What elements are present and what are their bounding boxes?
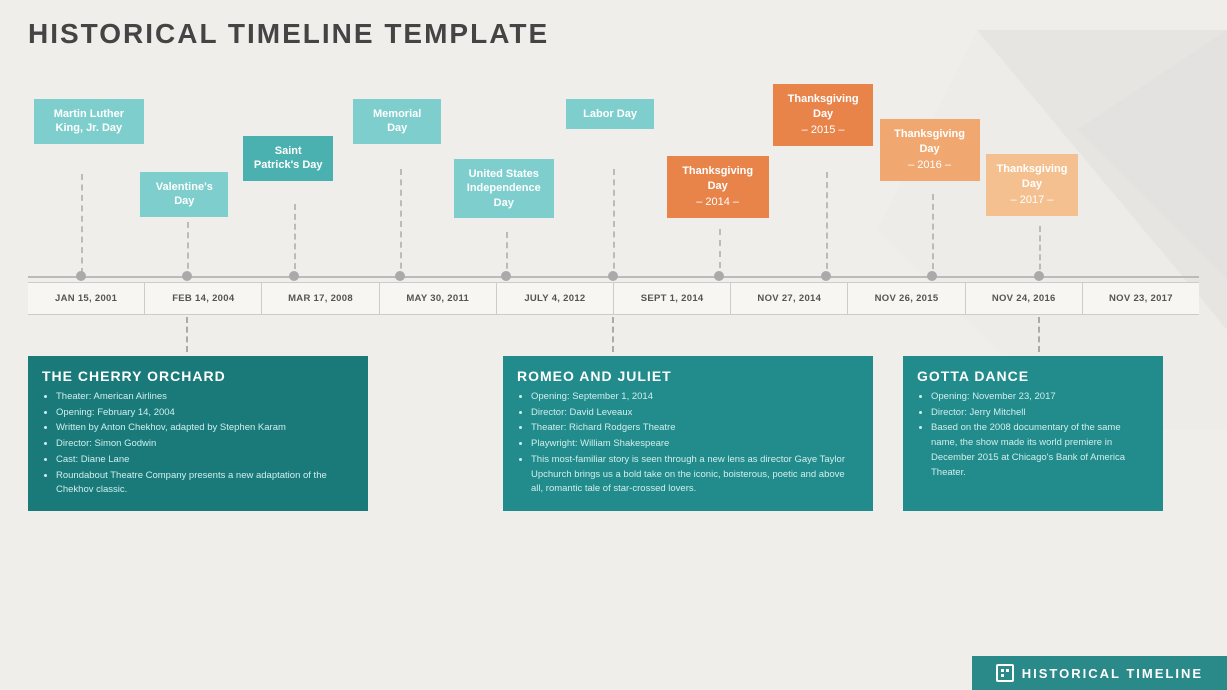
dot-2 — [289, 271, 299, 281]
event-thanksgiving-2015: Thanksgiving Day– 2015 – — [773, 84, 873, 146]
footer-bar: HISTORICAL TIMELINE — [972, 656, 1227, 690]
dot-1 — [182, 271, 192, 281]
dashed-below-gotta — [1038, 317, 1040, 352]
panel-romeo-item-2: Theater: Richard Rodgers Theatre — [531, 421, 859, 436]
panel-romeo: ROMEO AND JULIET Opening: September 1, 2… — [503, 356, 873, 511]
panel-gotta-item-1: Director: Jerry Mitchell — [931, 406, 1149, 421]
date-4: JULY 4, 2012 — [497, 283, 614, 314]
date-7: NOV 26, 2015 — [848, 283, 965, 314]
panel-cherry-item-1: Opening: February 14, 2004 — [56, 406, 354, 421]
panel-gotta-title: GOTTA DANCE — [917, 368, 1149, 384]
event-valentines: Valentine's Day — [140, 172, 228, 217]
event-mlk: Martin Luther King, Jr. Day — [34, 99, 144, 144]
dot-7 — [821, 271, 831, 281]
bottom-section: THE CHERRY ORCHARD Theater: American Air… — [28, 356, 1199, 511]
event-memorial: Memorial Day — [353, 99, 441, 144]
timeline-area: Martin Luther King, Jr. Day Valentine's … — [28, 64, 1199, 354]
date-2: MAR 17, 2008 — [262, 283, 379, 314]
dashed-thanksgiving2015 — [826, 172, 828, 279]
panel-cherry-title: THE CHERRY ORCHARD — [42, 368, 354, 384]
dot-8 — [927, 271, 937, 281]
event-boxes-container: Martin Luther King, Jr. Day Valentine's … — [28, 64, 1199, 279]
footer-text: HISTORICAL TIMELINE — [1022, 666, 1203, 681]
page-title: HISTORICAL TIMELINE TEMPLATE — [28, 18, 1199, 50]
date-3: MAY 30, 2011 — [380, 283, 497, 314]
panel-cherry-item-4: Cast: Diane Lane — [56, 453, 354, 468]
event-thanksgiving-2014: Thanksgiving Day– 2014 – — [667, 156, 769, 218]
footer-icon — [996, 664, 1014, 682]
panel-gotta: GOTTA DANCE Opening: November 23, 2017 D… — [903, 356, 1163, 511]
date-8: NOV 24, 2016 — [966, 283, 1083, 314]
dashed-mlk — [81, 174, 83, 274]
date-row: JAN 15, 2001 FEB 14, 2004 MAR 17, 2008 M… — [28, 282, 1199, 315]
event-stpatricks: Saint Patrick's Day — [243, 136, 333, 181]
date-1: FEB 14, 2004 — [145, 283, 262, 314]
dot-9 — [1034, 271, 1044, 281]
event-thanksgiving-2017: Thanksgiving Day– 2017 – — [986, 154, 1078, 216]
date-5: SEPT 1, 2014 — [614, 283, 731, 314]
dot-0 — [76, 271, 86, 281]
panel-cherry-item-0: Theater: American Airlines — [56, 390, 354, 405]
page-content: HISTORICAL TIMELINE TEMPLATE Martin Luth… — [0, 0, 1227, 521]
panel-cherry-item-3: Director: Simon Godwin — [56, 437, 354, 452]
dashed-labor — [613, 169, 615, 279]
event-thanksgiving-2016: Thanksgiving Day– 2016 – — [880, 119, 980, 181]
panel-gotta-item-0: Opening: November 23, 2017 — [931, 390, 1149, 405]
date-9: NOV 23, 2017 — [1083, 283, 1199, 314]
event-labor: Labor Day — [566, 99, 654, 129]
panel-romeo-item-0: Opening: September 1, 2014 — [531, 390, 859, 405]
spacer-1 — [378, 356, 493, 511]
dashed-stpatricks — [294, 204, 296, 279]
dashed-thanksgiving2016 — [932, 194, 934, 279]
panel-cherry: THE CHERRY ORCHARD Theater: American Air… — [28, 356, 368, 511]
panel-cherry-item-5: Roundabout Theatre Company presents a ne… — [56, 469, 354, 498]
panel-romeo-title: ROMEO AND JULIET — [517, 368, 859, 384]
dot-4 — [501, 271, 511, 281]
panel-romeo-item-1: Director: David Leveaux — [531, 406, 859, 421]
panel-romeo-item-4: This most-familiar story is seen through… — [531, 453, 859, 497]
panel-cherry-list: Theater: American Airlines Opening: Febr… — [42, 390, 354, 498]
panel-romeo-item-3: Playwright: William Shakespeare — [531, 437, 859, 452]
panel-gotta-list: Opening: November 23, 2017 Director: Jer… — [917, 390, 1149, 480]
spacer-2 — [883, 356, 893, 511]
panel-gotta-item-2: Based on the 2008 documentary of the sam… — [931, 421, 1149, 480]
dot-3 — [395, 271, 405, 281]
date-6: NOV 27, 2014 — [731, 283, 848, 314]
dot-6 — [714, 271, 724, 281]
dashed-memorial — [400, 169, 402, 279]
dashed-below-romeo — [612, 317, 614, 352]
dot-5 — [608, 271, 618, 281]
panel-cherry-item-2: Written by Anton Chekhov, adapted by Ste… — [56, 421, 354, 436]
dashed-below-cherry — [186, 317, 188, 352]
panel-romeo-list: Opening: September 1, 2014 Director: Dav… — [517, 390, 859, 497]
event-independence: United States Independence Day — [454, 159, 554, 218]
date-0: JAN 15, 2001 — [28, 283, 145, 314]
